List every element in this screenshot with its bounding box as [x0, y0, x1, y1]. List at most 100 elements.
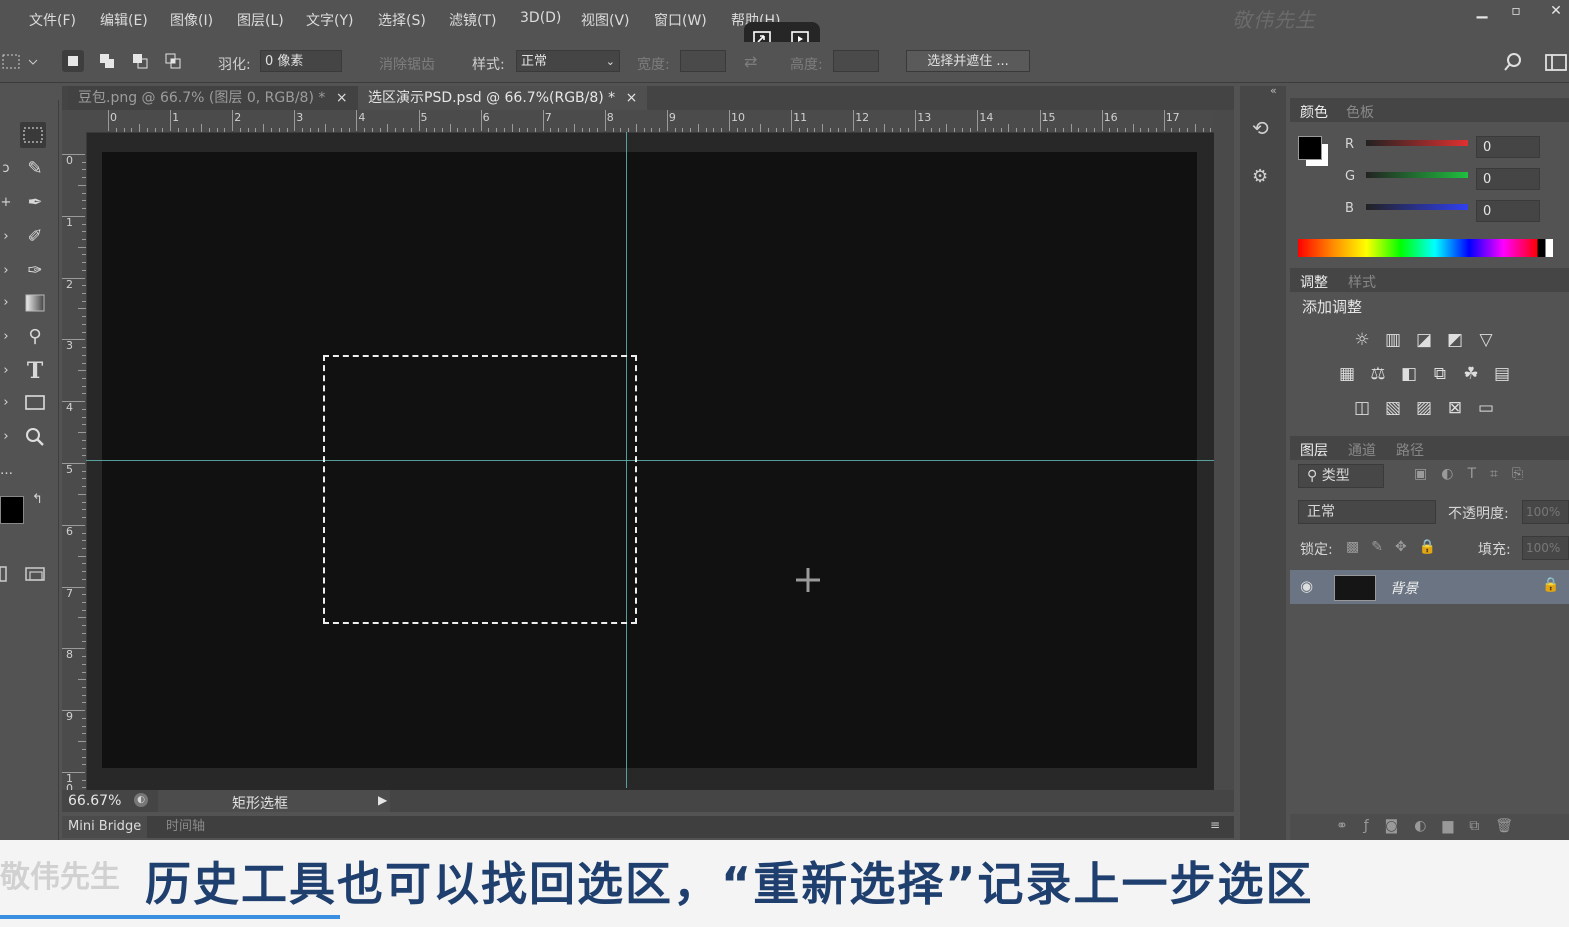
- rectangular-marquee-icon[interactable]: [20, 122, 46, 148]
- curves-icon[interactable]: ◪: [1413, 329, 1435, 351]
- menu-filter[interactable]: 滤镜(T): [449, 10, 496, 30]
- workspace-icon[interactable]: [1544, 52, 1568, 74]
- black-white-icon[interactable]: ◧: [1398, 363, 1420, 385]
- blue-value-input[interactable]: 0: [1476, 200, 1540, 222]
- zoom-level[interactable]: 66.67%: [68, 793, 121, 809]
- subtract-selection-icon[interactable]: [129, 50, 151, 72]
- dodge-icon[interactable]: ⚲: [22, 324, 48, 350]
- feather-input[interactable]: 0 像素: [260, 50, 342, 72]
- maximize-button[interactable]: ▫: [1500, 0, 1532, 22]
- tab-styles[interactable]: 样式: [1348, 272, 1376, 292]
- path-select-icon[interactable]: ›: [0, 390, 12, 416]
- search-icon[interactable]: [1502, 52, 1524, 74]
- pen-icon[interactable]: ›: [0, 358, 12, 384]
- tab-doubao-png[interactable]: 豆包.png @ 66.7% (图层 0, RGB/8) * ×: [68, 86, 358, 110]
- horizontal-guide[interactable]: [86, 460, 1214, 461]
- menu-select[interactable]: 选择(S): [378, 10, 426, 30]
- vibrance-icon[interactable]: ▽: [1475, 329, 1497, 351]
- layer-row[interactable]: ◉ 背景 🔒: [1290, 570, 1569, 604]
- minimize-button[interactable]: ▁: [1466, 0, 1498, 22]
- color-balance-icon[interactable]: ⚖: [1367, 363, 1389, 385]
- opacity-input[interactable]: 100%: [1522, 500, 1569, 524]
- video-progress-bar[interactable]: [0, 915, 340, 919]
- crop-icon[interactable]: +: [0, 190, 12, 216]
- blur-icon[interactable]: ›: [0, 324, 12, 350]
- threshold-icon[interactable]: ▨: [1413, 397, 1435, 419]
- tab-layers[interactable]: 图层: [1300, 440, 1328, 460]
- color-spectrum-bar[interactable]: [1298, 239, 1553, 257]
- blend-mode-select[interactable]: 正常: [1298, 500, 1436, 524]
- properties-panel-icon[interactable]: ⚙: [1252, 166, 1268, 187]
- menu-layer[interactable]: 图层(L): [237, 10, 284, 30]
- blue-slider[interactable]: [1366, 204, 1468, 210]
- select-and-mask-button[interactable]: 选择并遮住 ...: [906, 50, 1030, 72]
- panel-menu-icon[interactable]: ≡: [1210, 818, 1220, 832]
- green-slider[interactable]: [1366, 172, 1468, 178]
- tab-paths[interactable]: 路径: [1396, 440, 1424, 460]
- channel-mixer-icon[interactable]: ☘: [1460, 363, 1482, 385]
- hue-saturation-icon[interactable]: ▦: [1336, 363, 1358, 385]
- lasso-icon[interactable]: ↄ: [0, 156, 12, 182]
- tab-timeline[interactable]: 时间轴: [166, 816, 205, 838]
- brightness-icon[interactable]: ☼: [1351, 329, 1373, 351]
- type-tool-icon[interactable]: T: [22, 358, 48, 384]
- more-tools-icon[interactable]: …: [0, 458, 13, 484]
- eyedropper-icon[interactable]: ✒: [22, 190, 48, 216]
- vertical-scrollbar[interactable]: [1214, 110, 1234, 792]
- close-window-button[interactable]: ✕: [1540, 0, 1569, 22]
- width-input[interactable]: [680, 50, 726, 72]
- collapse-panels-icon[interactable]: «: [1270, 84, 1277, 97]
- tab-adjustments[interactable]: 调整: [1300, 272, 1328, 292]
- red-slider[interactable]: [1366, 140, 1468, 146]
- horizontal-ruler[interactable]: 0 1 2 3 4 5 6 7 8 9 10 11 12 13 14 15 16 17: [86, 110, 1220, 133]
- color-lookup-icon[interactable]: ▤: [1491, 363, 1513, 385]
- selection-marquee[interactable]: [323, 355, 637, 624]
- tab-color[interactable]: 颜色: [1300, 102, 1328, 122]
- red-value-input[interactable]: 0: [1476, 136, 1540, 158]
- exposure-icon[interactable]: ◩: [1444, 329, 1466, 351]
- layer-footer-icons[interactable]: ⚭ƒ◙◐▆⧉🗑: [1336, 818, 1529, 834]
- lock-icons[interactable]: ▩✎✥🔒: [1346, 539, 1448, 555]
- menu-window[interactable]: 窗口(W): [654, 10, 707, 30]
- rectangle-tool-icon[interactable]: [22, 390, 48, 416]
- intersect-selection-icon[interactable]: [162, 50, 184, 72]
- layer-filter-select[interactable]: ⚲ 类型: [1298, 464, 1384, 488]
- posterize-icon[interactable]: ▧: [1382, 397, 1404, 419]
- add-selection-icon[interactable]: [96, 50, 118, 72]
- status-menu-arrow-icon[interactable]: ▶: [378, 793, 387, 807]
- photo-filter-icon[interactable]: ⧉: [1429, 363, 1451, 385]
- close-tab-icon[interactable]: ×: [626, 90, 638, 106]
- vertical-ruler[interactable]: 01234567891 0: [62, 132, 87, 828]
- height-input[interactable]: [833, 50, 879, 72]
- menu-view[interactable]: 视图(V): [581, 10, 630, 30]
- tool-preset-picker-icon[interactable]: [2, 52, 42, 72]
- tab-mini-bridge[interactable]: Mini Bridge: [62, 816, 148, 838]
- stamp-icon[interactable]: ›: [0, 258, 12, 284]
- panel-foreground-swatch[interactable]: [1298, 136, 1322, 160]
- quick-selection-icon[interactable]: ✎: [22, 156, 48, 182]
- green-value-input[interactable]: 0: [1476, 168, 1540, 190]
- swap-colors-icon[interactable]: ↰: [32, 492, 43, 507]
- menu-3d[interactable]: 3D(D): [520, 10, 561, 26]
- menu-image[interactable]: 图像(I): [170, 10, 213, 30]
- gradient-icon[interactable]: [22, 290, 48, 316]
- gradient-map-icon[interactable]: ▭: [1475, 397, 1497, 419]
- hand-icon[interactable]: ›: [0, 424, 12, 450]
- ruler-origin[interactable]: [62, 110, 86, 132]
- tab-channels[interactable]: 通道: [1348, 440, 1376, 460]
- healing-icon[interactable]: ›: [0, 224, 12, 250]
- zoom-icon[interactable]: [22, 424, 48, 450]
- new-selection-icon[interactable]: [62, 50, 84, 72]
- eye-icon[interactable]: ◉: [1300, 577, 1313, 595]
- layer-name[interactable]: 背景: [1390, 578, 1418, 598]
- invert-icon[interactable]: ◫: [1351, 397, 1373, 419]
- menu-edit[interactable]: 编辑(E): [100, 10, 148, 30]
- quick-mask-icon[interactable]: [0, 564, 50, 586]
- menu-type[interactable]: 文字(Y): [306, 10, 353, 30]
- status-info-icon[interactable]: ◐: [134, 793, 148, 807]
- tab-swatches[interactable]: 色板: [1346, 102, 1374, 122]
- levels-icon[interactable]: ▥: [1382, 329, 1404, 351]
- brush-icon[interactable]: ✐: [22, 224, 48, 250]
- fill-input[interactable]: 100%: [1522, 536, 1569, 560]
- close-tab-icon[interactable]: ×: [336, 90, 348, 106]
